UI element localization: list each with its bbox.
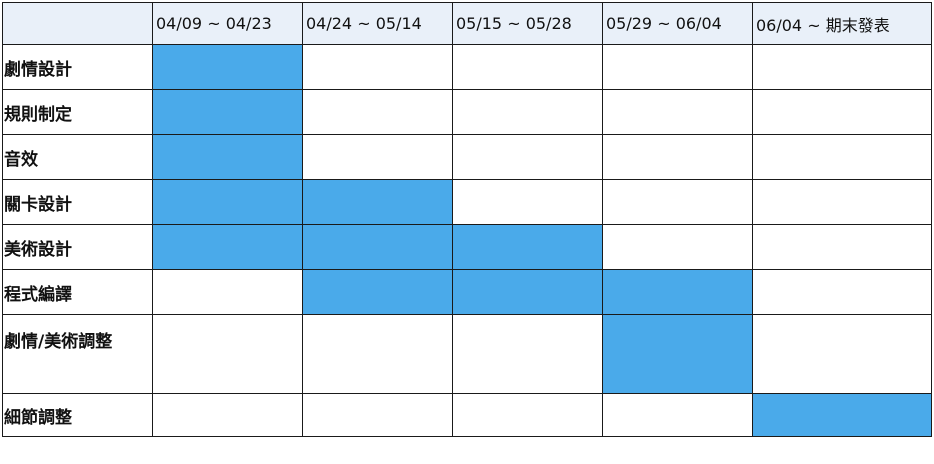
schedule-cell-active [752, 393, 932, 437]
schedule-cell [452, 179, 603, 225]
task-label: 關卡設計 [2, 179, 153, 225]
schedule-cell [152, 314, 303, 394]
task-label: 劇情設計 [2, 44, 153, 90]
task-row: 美術設計 [2, 224, 932, 270]
schedule-cell [302, 393, 453, 437]
period-header: 05/15 ~ 05/28 [452, 2, 603, 45]
schedule-cell-active [452, 224, 603, 270]
task-label: 美術設計 [2, 224, 153, 270]
schedule-cell [752, 314, 932, 394]
schedule-cell [752, 224, 932, 270]
schedule-cell [602, 89, 753, 135]
task-row: 關卡設計 [2, 179, 932, 225]
schedule-cell [452, 89, 603, 135]
task-label: 程式編譯 [2, 269, 153, 315]
header-corner-cell [2, 2, 153, 45]
schedule-cell-active [152, 89, 303, 135]
schedule-cell [602, 134, 753, 180]
task-row: 音效 [2, 134, 932, 180]
schedule-cell [752, 44, 932, 90]
schedule-cell [602, 393, 753, 437]
schedule-cell-active [602, 314, 753, 394]
schedule-cell [302, 44, 453, 90]
schedule-cell [602, 44, 753, 90]
header-row: 04/09 ~ 04/23 04/24 ~ 05/14 05/15 ~ 05/2… [2, 2, 932, 45]
period-header: 04/24 ~ 05/14 [302, 2, 453, 45]
schedule-cell [302, 134, 453, 180]
schedule-cell [752, 269, 932, 315]
schedule-cell [452, 134, 603, 180]
schedule-cell-active [452, 269, 603, 315]
schedule-cell [752, 179, 932, 225]
schedule-cell [452, 393, 603, 437]
period-header: 05/29 ~ 06/04 [602, 2, 753, 45]
schedule-cell [602, 179, 753, 225]
schedule-cell-active [302, 224, 453, 270]
schedule-cell-active [152, 44, 303, 90]
schedule-cell [302, 314, 453, 394]
task-label: 劇情/美術調整 [2, 314, 153, 394]
task-label: 音效 [2, 134, 153, 180]
schedule-cell-active [302, 179, 453, 225]
period-header: 04/09 ~ 04/23 [152, 2, 303, 45]
task-row: 規則制定 [2, 89, 932, 135]
schedule-cell [752, 89, 932, 135]
schedule-cell [152, 269, 303, 315]
schedule-table: 04/09 ~ 04/23 04/24 ~ 05/14 05/15 ~ 05/2… [2, 2, 932, 437]
schedule-cell-active [602, 269, 753, 315]
schedule-cell [452, 44, 603, 90]
task-label: 細節調整 [2, 393, 153, 437]
task-row: 細節調整 [2, 393, 932, 437]
schedule-cell-active [302, 269, 453, 315]
schedule-cell [752, 134, 932, 180]
schedule-cell [602, 224, 753, 270]
schedule-cell [302, 89, 453, 135]
task-row: 劇情設計 [2, 44, 932, 90]
schedule-cell-active [152, 179, 303, 225]
schedule-cell-active [152, 134, 303, 180]
task-label: 規則制定 [2, 89, 153, 135]
schedule-cell [152, 393, 303, 437]
task-row: 劇情/美術調整 [2, 314, 932, 394]
period-header: 06/04 ~ 期末發表 [752, 2, 932, 45]
task-row: 程式編譯 [2, 269, 932, 315]
schedule-cell-active [152, 224, 303, 270]
schedule-cell [452, 314, 603, 394]
